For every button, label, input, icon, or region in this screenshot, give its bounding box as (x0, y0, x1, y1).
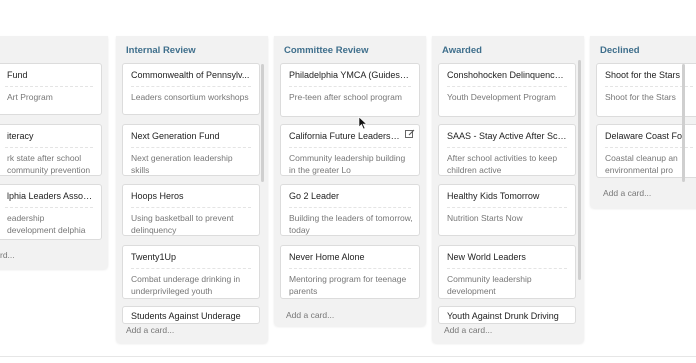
card[interactable]: lphia Leaders Associa... eadership devel… (0, 184, 102, 240)
mouse-pointer-icon (358, 116, 368, 130)
card-title: California Future Leaders o... (289, 131, 401, 141)
card-description: Leaders consortium workshops (131, 92, 249, 102)
add-card-link[interactable]: Add a card... (126, 325, 174, 335)
card[interactable]: Delaware Coast For Coastal cleanup an en… (596, 124, 696, 178)
card-description: Nutrition Starts Now (447, 213, 523, 223)
column-awarded: Awarded Conshohocken Delinquency ... You… (432, 36, 584, 343)
card-description: Combat underage drinking in underprivile… (131, 274, 241, 296)
card-divider (289, 147, 411, 148)
card-description: Building the leaders of tomorrow, today (289, 213, 413, 235)
card-title: lphia Leaders Associa... (7, 191, 93, 201)
card-description: eadership development delphia (7, 213, 86, 235)
card-description: rk state after school community preventi… (7, 153, 91, 175)
card-title: Conshohocken Delinquency ... (447, 70, 567, 80)
card-divider (131, 268, 251, 269)
card-divider (131, 86, 251, 87)
column-committee-review: Committee Review Philadelphia YMCA (Guid… (274, 36, 426, 326)
card[interactable]: Shoot for the Stars Shoot for the Stars (596, 63, 696, 117)
card-title: SAAS - Stay Active After School (447, 131, 567, 141)
add-card-link[interactable]: rd... (0, 250, 15, 260)
card-title: Go 2 Leader (289, 191, 340, 201)
kanban-board: Fund Art Program iteracy rk state after … (0, 0, 696, 363)
card-divider (5, 147, 93, 148)
card[interactable]: iteracy rk state after school community … (0, 124, 102, 176)
card-title: Healthy Kids Tomorrow (447, 191, 540, 201)
card-divider (605, 147, 693, 148)
card-divider (447, 268, 567, 269)
card[interactable]: California Future Leaders o... Community… (280, 124, 420, 176)
card[interactable]: Healthy Kids Tomorrow Nutrition Starts N… (438, 184, 576, 236)
column-scrollbar[interactable] (261, 64, 264, 182)
card-divider (289, 86, 411, 87)
card-title: Never Home Alone (289, 252, 365, 262)
card-title: Philadelphia YMCA (Guidesta... (289, 70, 411, 80)
column-partial: Fund Art Program iteracy rk state after … (0, 36, 108, 269)
card-divider (5, 86, 93, 87)
card-divider (447, 207, 567, 208)
card-divider (289, 207, 411, 208)
card-title: Twenty1Up (131, 252, 177, 262)
add-card-link[interactable]: Add a card... (444, 325, 492, 335)
card-divider (289, 268, 411, 269)
column-scrollbar[interactable] (682, 64, 685, 182)
card[interactable]: Youth Against Drunk Driving (438, 306, 576, 324)
card-title: Fund (7, 70, 28, 80)
card[interactable]: Next Generation Fund Next generation lea… (122, 124, 260, 176)
card[interactable]: Twenty1Up Combat underage drinking in un… (122, 245, 260, 299)
card[interactable]: SAAS - Stay Active After School After sc… (438, 124, 576, 176)
card-divider (131, 147, 251, 148)
card-divider (447, 147, 567, 148)
edit-icon[interactable] (405, 129, 415, 139)
column-internal-review: Internal Review Commonwealth of Pennsylv… (116, 36, 268, 343)
card-title: iteracy (7, 131, 34, 141)
add-card-link[interactable]: Add a card... (286, 310, 334, 320)
card-divider (605, 86, 693, 87)
board-header (0, 0, 696, 36)
card[interactable]: Commonwealth of Pennsylv... Leaders cons… (122, 63, 260, 115)
column-declined: Declined Shoot for the Stars Shoot for t… (590, 36, 696, 208)
card-title: Students Against Underage (131, 311, 241, 321)
card-description: Art Program (7, 92, 53, 102)
card-title: New World Leaders (447, 252, 526, 262)
card[interactable]: Conshohocken Delinquency ... Youth Devel… (438, 63, 576, 117)
card-description: Community leadership building in the gre… (289, 153, 406, 175)
card-divider (447, 86, 567, 87)
column-title: Awarded (442, 45, 482, 56)
card-divider (131, 207, 251, 208)
card-description: Mentoring program for teenage parents (289, 274, 407, 296)
card-description: After school activities to keep children… (447, 153, 558, 175)
card[interactable]: Hoops Heros Using basketball to prevent … (122, 184, 260, 236)
card[interactable]: New World Leaders Community leadership d… (438, 245, 576, 299)
add-card-link[interactable]: Add a card... (603, 188, 651, 198)
card-divider (5, 207, 93, 208)
card[interactable]: Students Against Underage (122, 306, 260, 324)
column-title: Committee Review (284, 45, 369, 56)
card-title: Hoops Heros (131, 191, 184, 201)
column-title: Internal Review (126, 45, 196, 56)
card-description: Community leadership development (447, 274, 532, 296)
card-description: Using basketball to prevent delinquency (131, 213, 234, 235)
card-description: Youth Development Program (447, 92, 556, 102)
card-description: Pre-teen after school program (289, 92, 402, 102)
card-title: Commonwealth of Pennsylv... (131, 70, 250, 80)
card-title: Youth Against Drunk Driving (447, 311, 559, 321)
card[interactable]: Philadelphia YMCA (Guidesta... Pre-teen … (280, 63, 420, 117)
card-title: Next Generation Fund (131, 131, 220, 141)
column-title: Declined (600, 45, 640, 56)
card[interactable]: Fund Art Program (0, 63, 102, 115)
card[interactable]: Go 2 Leader Building the leaders of tomo… (280, 184, 420, 236)
card-description: Next generation leadership skills (131, 153, 233, 175)
column-scrollbar[interactable] (578, 60, 581, 280)
board-bottom-divider (0, 356, 696, 357)
card[interactable]: Never Home Alone Mentoring program for t… (280, 245, 420, 299)
